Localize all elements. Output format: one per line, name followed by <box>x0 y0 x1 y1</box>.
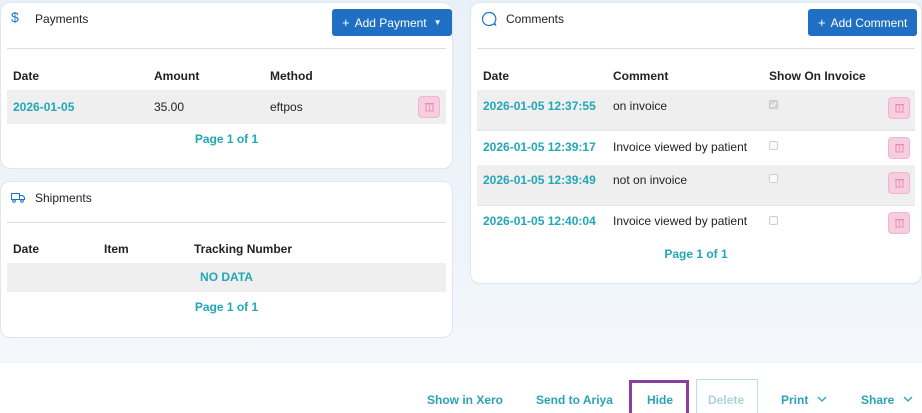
comment-date-link[interactable]: 2026-01-05 12:40:04 <box>483 214 596 228</box>
hide-button[interactable]: Hide <box>647 393 673 407</box>
trash-icon <box>895 144 904 153</box>
add-payment-label: Add Payment <box>354 15 427 30</box>
delete-comment-button[interactable] <box>888 97 910 119</box>
share-button[interactable]: Share <box>861 393 913 407</box>
shipments-header: Shipments <box>7 182 446 223</box>
comments-panel: Comments + Add Comment Date Comment Show… <box>470 2 922 284</box>
comments-header: Comments + Add Comment <box>477 3 917 49</box>
plus-icon: + <box>818 15 826 30</box>
show-on-invoice-checkbox[interactable] <box>769 216 778 225</box>
print-button[interactable]: Print <box>781 393 827 407</box>
show-in-xero-button[interactable]: Show in Xero <box>427 393 503 407</box>
comments-col-date[interactable]: Date <box>483 69 509 83</box>
no-data-row: NO DATA <box>7 263 446 292</box>
payment-date-link[interactable]: 2026-01-05 <box>13 100 74 114</box>
delete-comment-button[interactable] <box>888 172 910 194</box>
comment-text: not on invoice <box>613 173 688 187</box>
add-comment-label: Add Comment <box>830 15 908 30</box>
chevron-down-icon <box>903 396 913 402</box>
payment-method: eftpos <box>270 100 303 114</box>
no-data-label: NO DATA <box>200 270 253 284</box>
shipments-col-tracking[interactable]: Tracking Number <box>194 242 292 256</box>
comment-text: on invoice <box>613 99 668 113</box>
send-to-ariya-button[interactable]: Send to Ariya <box>536 393 613 407</box>
truck-icon <box>11 190 25 206</box>
table-row: 2026-01-05 12:37:55 on invoice <box>477 90 915 130</box>
payments-col-amount[interactable]: Amount <box>154 69 199 83</box>
trash-icon <box>895 219 904 228</box>
comment-text: Invoice viewed by patient <box>613 214 748 228</box>
shipments-title: Shipments <box>35 191 92 205</box>
shipments-col-item[interactable]: Item <box>104 242 129 256</box>
delete-comment-button[interactable] <box>888 137 910 159</box>
delete-button[interactable]: Delete <box>708 393 744 407</box>
comments-col-comment[interactable]: Comment <box>613 69 668 83</box>
add-comment-button[interactable]: + Add Comment <box>808 9 917 36</box>
payment-amount: 35.00 <box>154 100 185 114</box>
payments-title: Payments <box>35 12 89 26</box>
delete-payment-button[interactable] <box>418 96 440 118</box>
dollar-icon: $ <box>11 9 19 25</box>
show-on-invoice-checkbox[interactable] <box>769 174 778 183</box>
payments-panel: $ Payments + Add Payment ▼ Date Amount M… <box>0 2 453 169</box>
show-on-invoice-checkbox[interactable] <box>769 100 778 109</box>
comments-col-show-on-invoice[interactable]: Show On Invoice <box>769 69 866 83</box>
trash-icon <box>425 103 434 112</box>
shipments-panel: Shipments Date Item Tracking Number NO D… <box>0 181 453 338</box>
comment-date-link[interactable]: 2026-01-05 12:39:17 <box>483 140 596 154</box>
payments-pager[interactable]: Page 1 of 1 <box>1 132 452 146</box>
caret-down-icon: ▼ <box>433 18 442 27</box>
payments-col-method[interactable]: Method <box>270 69 313 83</box>
table-row: 2026-01-05 12:39:17 Invoice viewed by pa… <box>477 130 915 165</box>
shipments-pager[interactable]: Page 1 of 1 <box>1 300 452 314</box>
payments-header: $ Payments + Add Payment ▼ <box>7 3 452 49</box>
table-row: 2026-01-05 12:39:49 not on invoice <box>477 165 915 205</box>
payments-col-date[interactable]: Date <box>13 69 39 83</box>
share-label: Share <box>861 393 895 407</box>
table-row: 2026-01-05 35.00 eftpos <box>7 90 446 124</box>
trash-icon <box>895 104 904 113</box>
show-on-invoice-checkbox[interactable] <box>769 141 778 150</box>
print-label: Print <box>781 393 809 407</box>
shipments-col-date[interactable]: Date <box>13 242 39 256</box>
add-payment-button[interactable]: + Add Payment ▼ <box>332 9 452 36</box>
comments-pager[interactable]: Page 1 of 1 <box>471 247 921 261</box>
trash-icon <box>895 179 904 188</box>
comments-title: Comments <box>506 12 565 26</box>
delete-comment-button[interactable] <box>888 212 910 234</box>
comment-bubble-icon <box>481 11 497 30</box>
comment-date-link[interactable]: 2026-01-05 12:39:49 <box>483 173 596 187</box>
chevron-down-icon <box>817 396 827 402</box>
table-row: 2026-01-05 12:40:04 Invoice viewed by pa… <box>477 205 915 240</box>
plus-icon: + <box>342 15 350 30</box>
comment-date-link[interactable]: 2026-01-05 12:37:55 <box>483 99 596 113</box>
comment-text: Invoice viewed by patient <box>613 140 748 154</box>
